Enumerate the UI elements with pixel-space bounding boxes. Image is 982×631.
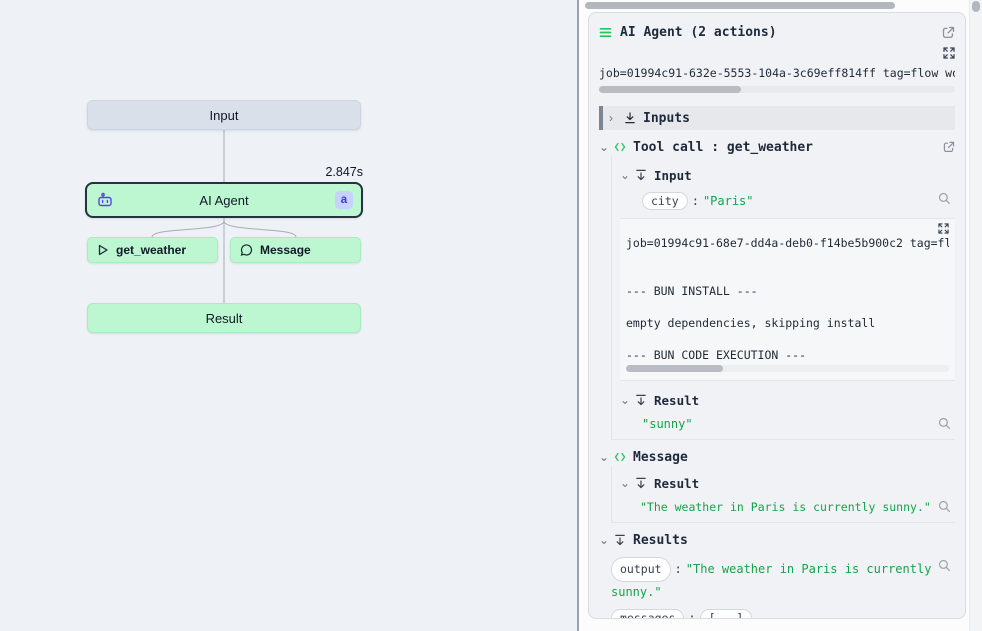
- city-key-badge: city: [642, 192, 688, 210]
- message-title: Message: [633, 450, 688, 465]
- tool-result-header[interactable]: ⌄ Result: [620, 391, 955, 409]
- output-key-badge: output: [611, 557, 671, 582]
- speech-bubble-icon: [240, 244, 253, 257]
- messages-row: messages:[...]: [611, 609, 935, 619]
- details-panel: AI Agent (2 actions) job=01994c91-632e-5…: [579, 0, 982, 631]
- agent-details-card: AI Agent (2 actions) job=01994c91-632e-5…: [588, 12, 966, 619]
- city-value: "Paris": [703, 194, 754, 208]
- log-line: [626, 251, 949, 267]
- tool-input-label: Input: [654, 168, 692, 183]
- message-body: ⌄ Result "The weather in Paris is curren…: [611, 466, 955, 523]
- import-icon: [614, 534, 626, 546]
- chevron-down-icon: ⌄: [599, 534, 607, 546]
- tool-result-label: Result: [654, 393, 699, 408]
- tool-call-section: ⌄ Tool call : get_weather: [599, 138, 955, 440]
- job-progress-thumb: [599, 86, 741, 93]
- node-message-label: Message: [260, 243, 311, 257]
- node-result[interactable]: Result: [87, 303, 361, 333]
- magnifier-icon[interactable]: [938, 192, 951, 205]
- tool-call-header[interactable]: ⌄ Tool call : get_weather: [599, 138, 955, 156]
- external-link-icon[interactable]: [942, 26, 955, 39]
- results-section: ⌄ Results output:"The weather in Paris i…: [599, 531, 955, 619]
- messages-value-badge: [...]: [700, 609, 753, 619]
- results-header[interactable]: ⌄ Results: [599, 531, 955, 549]
- log-line: empty dependencies, skipping install: [626, 315, 949, 331]
- import-icon: [635, 477, 647, 489]
- city-arg-row: city:"Paris": [642, 192, 931, 210]
- node-get-weather-label: get_weather: [116, 243, 186, 257]
- tool-result-value: "sunny": [642, 417, 693, 431]
- flow-canvas[interactable]: Input 2.847s AI Agent a get_weather: [0, 0, 578, 631]
- expand-icon[interactable]: [938, 221, 949, 235]
- results-body: output:"The weather in Paris is currentl…: [611, 557, 955, 619]
- node-ai-agent-label: AI Agent: [113, 193, 335, 208]
- list-icon: [599, 27, 612, 38]
- messages-key-badge: messages: [611, 609, 684, 619]
- horizontal-scrollbar-thumb[interactable]: [585, 2, 895, 9]
- robot-icon: [97, 192, 113, 208]
- card-header: AI Agent (2 actions): [599, 21, 955, 43]
- inputs-label: Inputs: [643, 111, 690, 126]
- tool-input-header[interactable]: ⌄ Input: [620, 166, 955, 184]
- log-line: [626, 331, 949, 347]
- colon-separator: :: [688, 194, 703, 208]
- node-input-label: Input: [210, 108, 239, 123]
- message-result-label: Result: [654, 476, 699, 491]
- message-result-value: "The weather in Paris is currently sunny…: [640, 500, 931, 514]
- chevron-down-icon: ⌄: [620, 394, 628, 406]
- expand-icon[interactable]: [943, 45, 955, 61]
- chevron-right-icon: ›: [609, 112, 617, 124]
- tool-result-row: "sunny": [642, 417, 931, 431]
- bun-progress-thumb: [626, 365, 723, 372]
- colon-separator: :: [684, 611, 699, 619]
- download-icon: [624, 112, 636, 124]
- import-icon: [635, 169, 647, 181]
- log-line: --- BUN CODE EXECUTION ---: [626, 347, 949, 363]
- chevron-down-icon: ⌄: [620, 169, 628, 181]
- results-label: Results: [633, 533, 688, 548]
- code-icon: [614, 142, 626, 152]
- colon-separator: :: [671, 562, 686, 576]
- magnifier-icon[interactable]: [938, 500, 951, 513]
- node-message[interactable]: Message: [230, 237, 361, 263]
- output-row: output:"The weather in Paris is currentl…: [611, 557, 935, 603]
- chevron-down-icon: ⌄: [599, 141, 607, 153]
- import-icon: [635, 394, 647, 406]
- panel-title: AI Agent (2 actions): [620, 25, 777, 40]
- log-line: job=01994c91-68e7-dd4a-deb0-f14be5b900c2…: [626, 235, 949, 251]
- job-text: job=01994c91-632e-5553-104a-3c69eff814ff…: [599, 66, 955, 80]
- tool-call-title: Tool call : get_weather: [633, 140, 813, 155]
- vertical-scrollbar[interactable]: [969, 0, 982, 631]
- vertical-scrollbar-thumb[interactable]: [972, 1, 980, 12]
- message-result-row: "The weather in Paris is currently sunny…: [640, 500, 931, 514]
- app-window: Input 2.847s AI Agent a get_weather: [0, 0, 982, 631]
- duration-label: 2.847s: [85, 165, 363, 179]
- node-result-label: Result: [206, 311, 243, 326]
- magnifier-icon[interactable]: [938, 559, 951, 572]
- job-progress-track: [599, 86, 955, 93]
- message-section: ⌄ Message ⌄: [599, 448, 955, 523]
- tool-call-body: ⌄ Input city:"Paris": [611, 156, 955, 440]
- inputs-section-header[interactable]: › Inputs: [599, 106, 955, 130]
- play-icon: [97, 244, 109, 256]
- agent-badge: a: [335, 191, 353, 209]
- external-link-icon[interactable]: [943, 141, 955, 153]
- log-line: [626, 299, 949, 315]
- log-line: --- BUN INSTALL ---: [626, 283, 949, 299]
- node-ai-agent[interactable]: AI Agent a: [85, 182, 363, 218]
- magnifier-icon[interactable]: [938, 417, 951, 430]
- log-box: job=01994c91-68e7-dd4a-deb0-f14be5b900c2…: [620, 218, 955, 381]
- node-input[interactable]: Input: [87, 100, 361, 130]
- chevron-down-icon: ⌄: [599, 451, 607, 463]
- bun-progress-track: [626, 365, 949, 372]
- chevron-down-icon: ⌄: [620, 477, 628, 489]
- code-icon: [614, 452, 626, 462]
- message-header[interactable]: ⌄ Message: [599, 448, 955, 466]
- message-result-header[interactable]: ⌄ Result: [620, 474, 955, 492]
- log-line: [626, 267, 949, 283]
- node-get-weather[interactable]: get_weather: [87, 237, 218, 263]
